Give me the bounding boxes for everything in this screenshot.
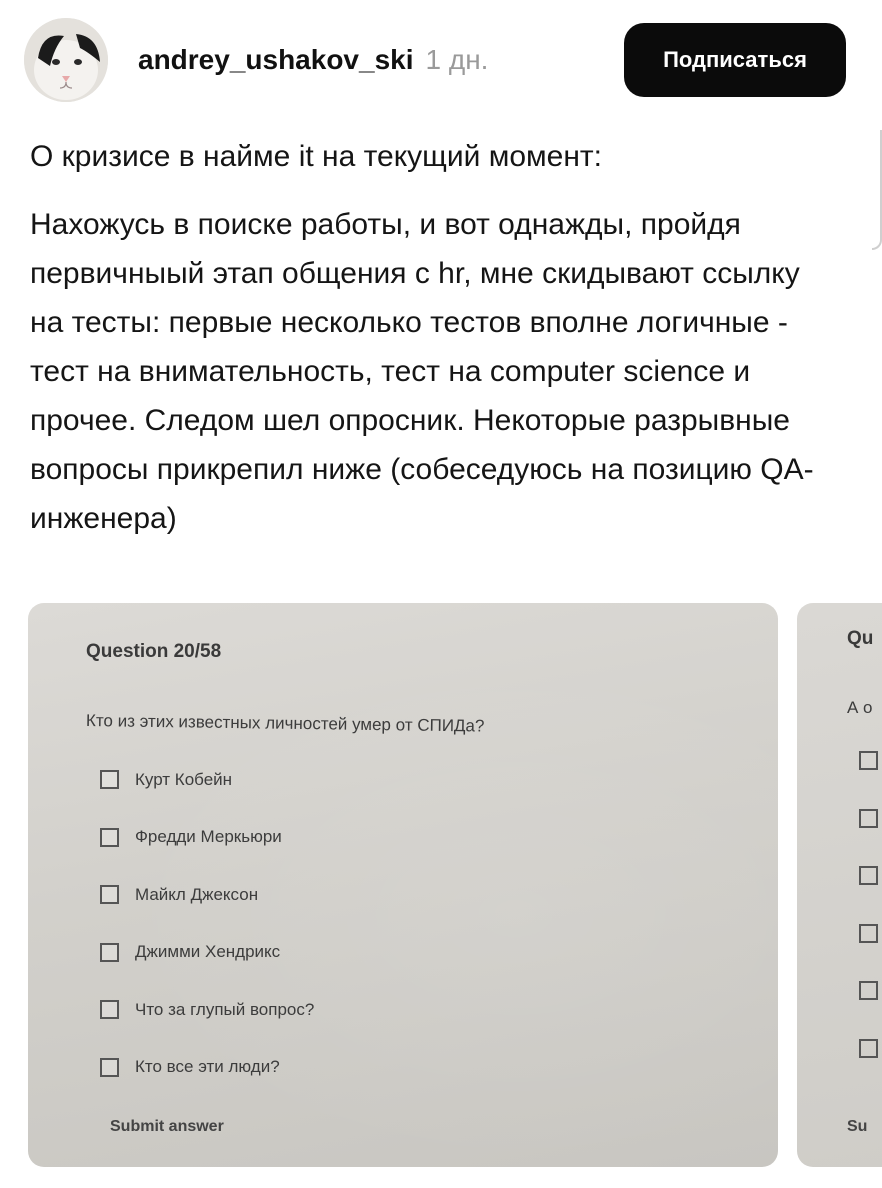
checkbox-icon: [100, 942, 119, 962]
scrollbar[interactable]: [872, 130, 882, 250]
checkbox-icon: [100, 770, 119, 790]
submit-answer-label: Su: [847, 1118, 868, 1135]
question-text: А о: [847, 698, 873, 717]
checkbox-icon: [100, 885, 119, 905]
follow-button[interactable]: Подписаться: [624, 23, 846, 97]
checkbox-icon: [859, 751, 878, 770]
list-item: Джимми Хендрикс: [100, 924, 314, 982]
checkbox-icon: [859, 866, 878, 885]
post-author: andrey_ushakov_ski 1 дн.: [138, 44, 488, 76]
option-label: Курт Кобейн: [135, 769, 233, 789]
question-header: Question 20/58: [86, 641, 222, 662]
answer-options: Курт Кобейн Фредди Меркьюри Майкл Джексо…: [100, 751, 314, 1096]
checkbox-icon: [100, 1000, 119, 1020]
post-image[interactable]: Question 20/58 Кто из этих известных лич…: [28, 603, 778, 1167]
post-text: Нахожусь в поиске работы, и вот однажды,…: [30, 208, 814, 535]
checkbox-icon: [859, 923, 878, 943]
post-title: О кризисе в найме it на текущий момент:: [30, 140, 602, 173]
list-item: Курт Кобейн: [100, 751, 314, 809]
post-time: 1 дн.: [425, 44, 489, 75]
question-text: Кто из этих известных личностей умер от …: [85, 711, 485, 736]
checkbox-icon: [859, 808, 878, 828]
list-item: Что за глупый вопрос?: [100, 981, 314, 1039]
next-post-image[interactable]: Qu А о Su: [797, 603, 882, 1167]
question-header: Qu: [847, 628, 874, 649]
answer-options: [859, 751, 878, 1096]
checkbox-icon: [859, 1038, 878, 1058]
checkbox-icon: [859, 981, 878, 1000]
option-label: Кто все эти люди?: [135, 1057, 280, 1077]
option-label: Майкл Джексон: [135, 884, 259, 904]
list-item: Кто все эти люди?: [100, 1039, 314, 1097]
option-label: Джимми Хендрикс: [135, 942, 281, 962]
checkbox-icon: [100, 1057, 119, 1077]
post-header: andrey_ushakov_ski 1 дн. Подписаться: [24, 18, 846, 102]
cat-avatar-icon: [24, 18, 108, 102]
checkbox-icon: [100, 827, 119, 847]
list-item: Фредди Меркьюри: [100, 809, 314, 867]
username-link[interactable]: andrey_ushakov_ski: [138, 44, 414, 76]
avatar[interactable]: [24, 18, 108, 102]
post-body: О кризисе в найме it на текущий момент: …: [30, 132, 850, 543]
submit-answer-label: Submit answer: [110, 1118, 224, 1135]
option-label: Фредди Меркьюри: [135, 827, 282, 847]
list-item: Майкл Джексон: [100, 866, 314, 924]
option-label: Что за глупый вопрос?: [135, 999, 315, 1019]
